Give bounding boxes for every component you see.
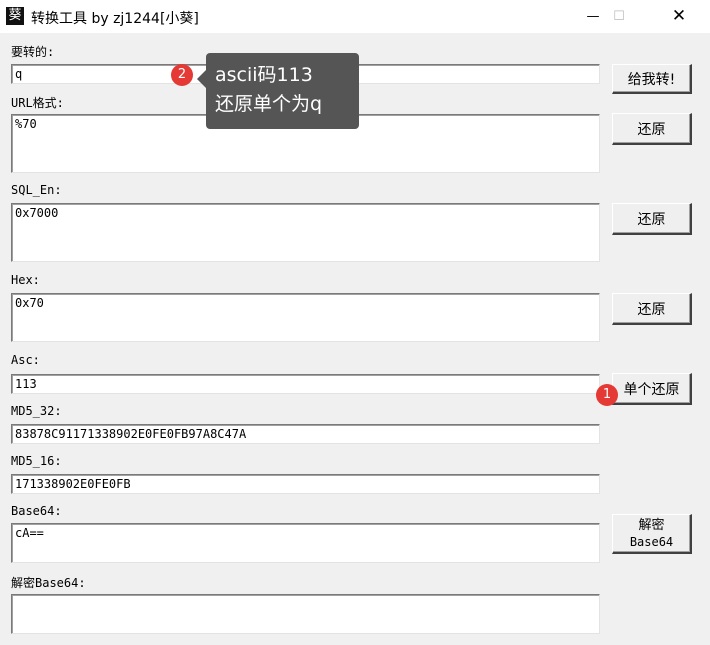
decode-button-line2: Base64 (629, 534, 674, 549)
tooltip-arrow (197, 70, 206, 88)
url-label: URL格式: (11, 96, 64, 110)
tooltip-line1: ascii码113 (215, 64, 313, 86)
decode-button-line1: 解密 (638, 517, 665, 533)
md5-32-field[interactable]: 83878C91171338902E0FE0FB97A8C47A (11, 424, 600, 444)
decode-base64-field[interactable] (11, 594, 600, 634)
md5-32-label: MD5_32: (11, 404, 62, 418)
hex-field[interactable]: 0x70 (11, 293, 600, 342)
hex-label: Hex: (11, 273, 40, 287)
step-badge-1: 1 (596, 384, 618, 406)
restore-url-button[interactable]: 还原 (612, 113, 692, 145)
md5-16-label: MD5_16: (11, 454, 62, 468)
convert-button[interactable]: 给我转! (612, 64, 692, 94)
sql-en-field[interactable]: 0x7000 (11, 203, 600, 262)
decode-base64-label: 解密Base64: (11, 576, 86, 590)
sql-en-label: SQL_En: (11, 183, 62, 197)
window-title: 转换工具 by zj1244[小葵] (31, 11, 199, 27)
step-badge-2: 2 (171, 64, 193, 86)
md5-16-field[interactable]: 171338902E0FE0FB (11, 474, 600, 494)
asc-label: Asc: (11, 353, 40, 367)
close-button[interactable]: ✕ (656, 0, 702, 33)
restore-single-button[interactable]: 单个还原 (612, 373, 692, 405)
maximize-button[interactable]: ☐ (596, 0, 642, 33)
base64-field[interactable]: cA== (11, 523, 600, 563)
input-label: 要转的: (11, 45, 55, 59)
app-icon: 葵 (6, 7, 24, 25)
title-bar: 葵 转换工具 by zj1244[小葵] — ☐ ✕ (0, 0, 710, 33)
restore-hex-button[interactable]: 还原 (612, 293, 692, 325)
tooltip-line2: 还原单个为q (215, 93, 323, 115)
asc-field[interactable]: 113 (11, 374, 600, 394)
decode-base64-button[interactable]: 解密 Base64 (612, 514, 692, 554)
annotation-tooltip: ascii码113 还原单个为q (206, 53, 359, 129)
restore-sql-button[interactable]: 还原 (612, 203, 692, 235)
base64-label: Base64: (11, 504, 62, 518)
